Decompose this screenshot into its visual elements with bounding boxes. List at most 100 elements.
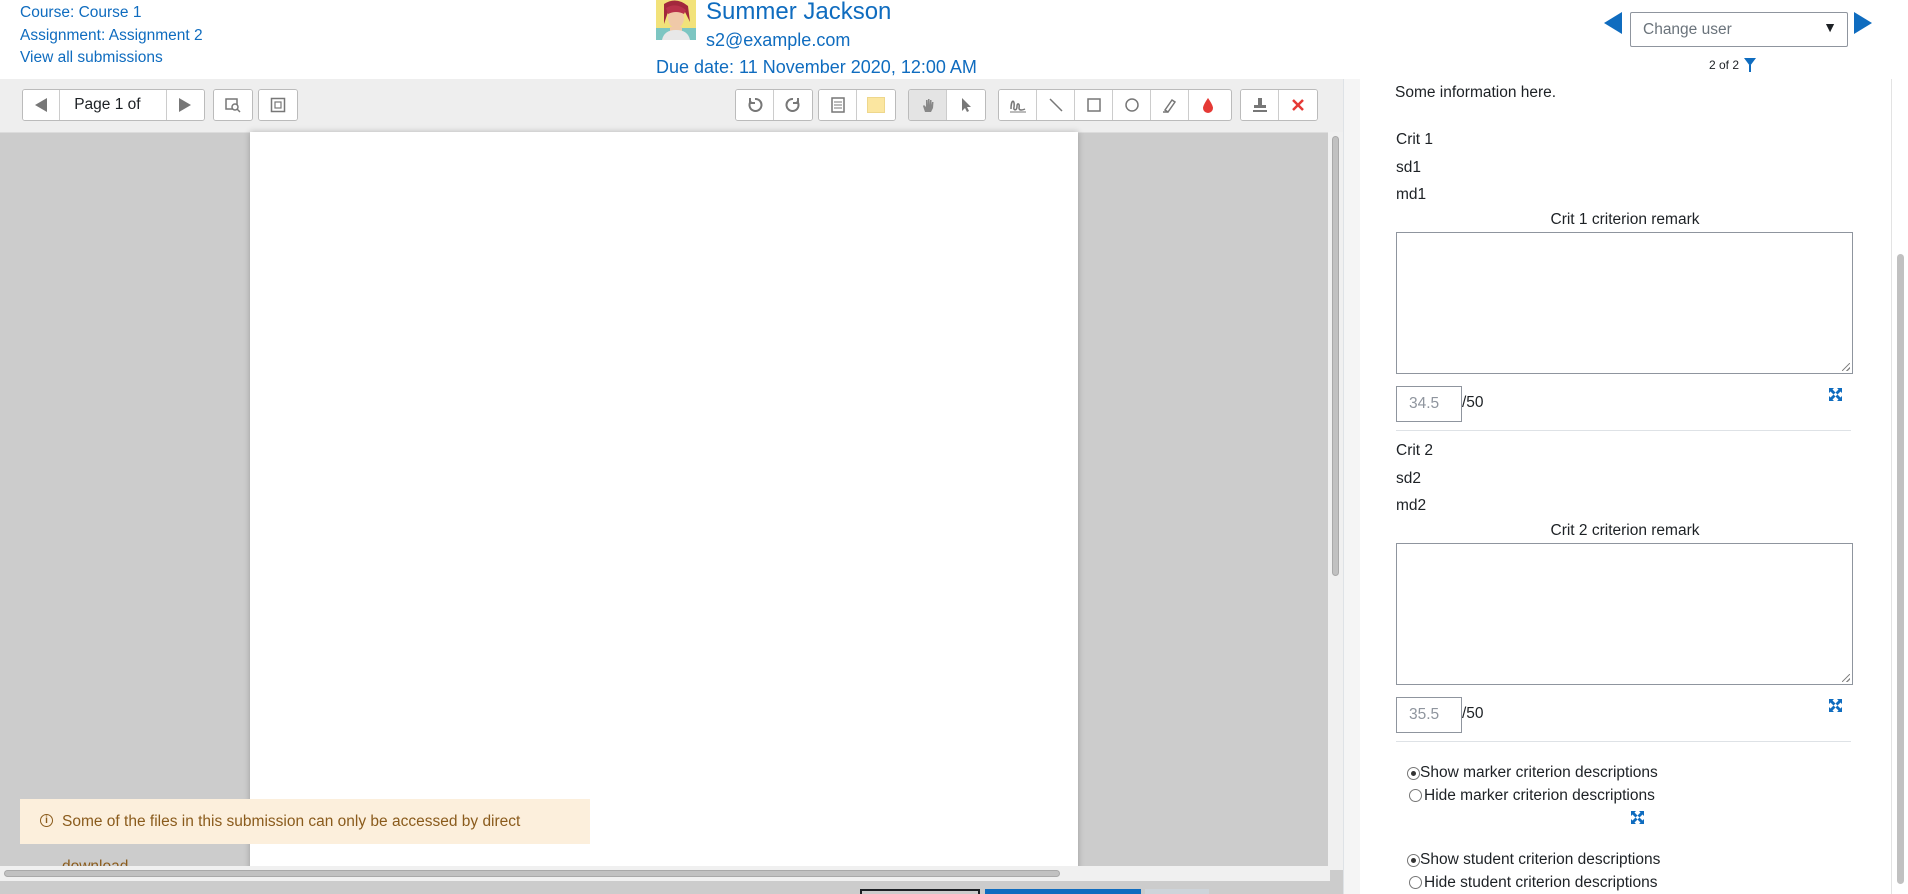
assignment-link[interactable]: Assignment: Assignment 2: [20, 25, 203, 48]
comment-button[interactable]: [819, 90, 857, 120]
highlight-button[interactable]: [1151, 90, 1189, 120]
oval-icon: [1124, 98, 1139, 112]
search-comments-icon: [225, 98, 241, 113]
direct-download-notice: i Some of the files in this submission c…: [20, 799, 590, 875]
editor-horizontal-scrollbar[interactable]: [0, 866, 1330, 881]
footer-button-outline[interactable]: [860, 889, 980, 894]
comment-color-button[interactable]: [857, 90, 895, 120]
student-description: sd2: [1396, 470, 1421, 487]
hide-student-descriptions-radio[interactable]: [1409, 876, 1422, 889]
pdf-page[interactable]: [250, 132, 1078, 872]
panel-vertical-scrollbar[interactable]: [1891, 79, 1908, 894]
user-name[interactable]: Summer Jackson: [706, 0, 891, 26]
expand-button[interactable]: [259, 90, 297, 120]
stamp-icon: [1252, 98, 1267, 112]
rotate-right-icon: [785, 98, 800, 112]
chevron-left-icon: [35, 98, 48, 112]
due-date: Due date: 11 November 2020, 12:00 AM: [656, 57, 977, 77]
comment-group: [818, 89, 896, 121]
chevron-right-icon: [179, 98, 192, 112]
rectangle-button[interactable]: [1075, 90, 1113, 120]
change-user-placeholder: Change user: [1643, 21, 1732, 38]
rotate-right-button[interactable]: [774, 90, 812, 120]
footer-primary-button[interactable]: [985, 889, 1141, 894]
select-arrow-icon: [962, 98, 971, 112]
previous-user-arrow-icon[interactable]: [1604, 12, 1622, 34]
marker-description: md2: [1396, 497, 1427, 514]
filter-icon[interactable]: [1744, 58, 1756, 72]
next-page-button[interactable]: [166, 90, 204, 120]
stamp-delete-group: [1240, 89, 1318, 121]
scrollbar-thumb[interactable]: [4, 870, 1060, 877]
pan-button[interactable]: [909, 90, 947, 120]
score-max: /50: [1462, 705, 1484, 722]
user-email[interactable]: s2@example.com: [706, 30, 850, 51]
ink-color-button[interactable]: [1189, 90, 1227, 120]
divider: [1396, 430, 1851, 431]
show-student-descriptions-radio[interactable]: [1407, 854, 1420, 867]
expand-arrows-icon[interactable]: [1829, 699, 1842, 712]
remark-label: Crit 1 criterion remark: [1550, 211, 1700, 228]
expand-arrows-icon[interactable]: [1631, 811, 1644, 824]
page-header: Course: Course 1 Assignment: Assignment …: [0, 0, 1908, 79]
comment-icon: [830, 97, 845, 113]
rectangle-icon: [1086, 98, 1101, 112]
ink-color-icon: [1203, 98, 1213, 113]
select-button[interactable]: [947, 90, 985, 120]
color-swatch-icon: [867, 97, 885, 113]
divider: [1396, 741, 1851, 742]
criterion-remark-textarea[interactable]: [1396, 543, 1853, 685]
panel-gutter: [1344, 79, 1360, 894]
pdf-editor: Page 1 of 1: [0, 79, 1343, 894]
editor-vertical-scrollbar[interactable]: [1328, 132, 1343, 870]
caret-down-icon: ▼: [1823, 19, 1837, 35]
pen-button[interactable]: [999, 90, 1037, 120]
scrollbar-thumb[interactable]: [1897, 254, 1904, 884]
show-student-descriptions-label[interactable]: Show student criterion descriptions: [1420, 851, 1660, 869]
marker-description: md1: [1396, 186, 1427, 203]
course-link[interactable]: Course: Course 1: [20, 2, 203, 25]
footer-secondary-button[interactable]: [1145, 889, 1209, 894]
rotate-left-icon: [748, 98, 762, 112]
student-description: sd1: [1396, 159, 1421, 176]
oval-button[interactable]: [1113, 90, 1151, 120]
search-comments-group: [213, 89, 253, 121]
search-comments-button[interactable]: [214, 90, 252, 120]
line-icon: [1048, 98, 1063, 112]
stamp-button[interactable]: [1241, 90, 1279, 120]
show-marker-descriptions-label[interactable]: Show marker criterion descriptions: [1420, 764, 1658, 782]
header-links: Course: Course 1 Assignment: Assignment …: [20, 2, 203, 70]
hand-icon: [922, 99, 933, 112]
pointer-group: [908, 89, 986, 121]
user-count: 2 of 2: [1709, 58, 1740, 72]
delete-annotation-button[interactable]: [1279, 90, 1317, 120]
score-max: /50: [1462, 394, 1484, 411]
scrollbar-thumb[interactable]: [1332, 136, 1339, 576]
view-all-submissions-link[interactable]: View all submissions: [20, 47, 203, 70]
remark-label: Crit 2 criterion remark: [1550, 522, 1700, 539]
previous-page-button[interactable]: [23, 90, 61, 120]
avatar: [656, 0, 696, 40]
next-user-arrow-icon[interactable]: [1854, 12, 1872, 34]
hide-marker-descriptions-label[interactable]: Hide marker criterion descriptions: [1424, 787, 1655, 805]
hide-marker-descriptions-radio[interactable]: [1409, 789, 1422, 802]
page-navigation: Page 1 of 1: [22, 89, 205, 121]
expand-group: [258, 89, 298, 121]
criterion-remark-textarea[interactable]: [1396, 232, 1853, 374]
change-user-select[interactable]: Change user ▼: [1630, 12, 1848, 47]
pen-icon: [1009, 100, 1026, 113]
rotate-left-button[interactable]: [736, 90, 774, 120]
hide-student-descriptions-label[interactable]: Hide student criterion descriptions: [1424, 874, 1657, 892]
expand-icon: [270, 97, 286, 113]
expand-arrows-icon[interactable]: [1829, 388, 1842, 401]
criterion-score-input[interactable]: 34.5: [1396, 386, 1462, 422]
editor-toolbar: Page 1 of 1: [0, 79, 1343, 133]
page-select[interactable]: Page 1 of 1: [60, 90, 167, 120]
panel-intro: Some information here.: [1395, 84, 1557, 101]
criterion-score-input[interactable]: 35.5: [1396, 697, 1462, 733]
highlight-icon: [1162, 98, 1176, 113]
info-icon: i: [40, 814, 53, 827]
criterion-title: Crit 1: [1396, 131, 1434, 148]
show-marker-descriptions-radio[interactable]: [1407, 767, 1420, 780]
line-button[interactable]: [1037, 90, 1075, 120]
